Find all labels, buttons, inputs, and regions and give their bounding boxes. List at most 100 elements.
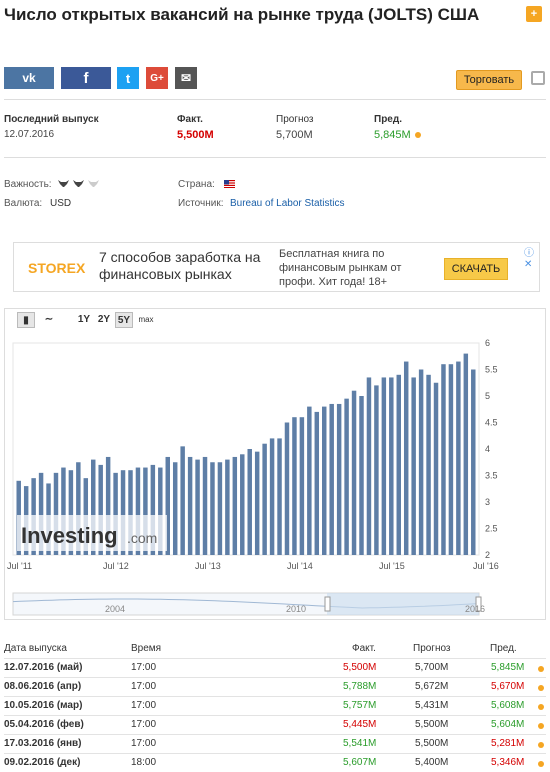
bar[interactable] <box>322 406 327 555</box>
bar[interactable] <box>381 377 387 555</box>
bar[interactable] <box>262 443 267 555</box>
bar[interactable] <box>277 438 282 555</box>
line-chart-icon[interactable]: ∼ <box>40 312 58 328</box>
bar[interactable] <box>433 382 439 555</box>
print-icon[interactable] <box>531 71 545 85</box>
table-row: 12.07.2016 (май) 17:00 5,500M 5,700M 5,845M <box>4 658 546 677</box>
vk-share-button[interactable]: vk <box>4 67 54 89</box>
bar[interactable] <box>471 369 476 556</box>
email-share-button[interactable]: ✉ <box>175 67 197 89</box>
bar[interactable] <box>396 374 401 555</box>
bar[interactable] <box>307 406 312 555</box>
bar[interactable] <box>329 403 334 555</box>
bar[interactable] <box>217 462 223 555</box>
time-cell: 17:00 <box>131 700 157 711</box>
table-row: 05.04.2016 (фев) 17:00 5,445M 5,500M 5,604M <box>4 715 546 734</box>
facebook-share-button[interactable]: f <box>61 67 111 89</box>
navigator-label: 2010 <box>286 604 306 614</box>
navigator-handle-left[interactable] <box>324 596 331 612</box>
revision-dot-icon <box>538 742 544 748</box>
range-1y-button[interactable]: 1Y <box>75 312 93 328</box>
ad-close-icon[interactable]: ⓘ ✕ <box>524 244 539 270</box>
range-5y-button[interactable]: 5Y <box>115 312 133 328</box>
y-tick-label: 4 <box>485 444 490 454</box>
release-date-cell: 09.02.2016 (дек) <box>4 757 81 768</box>
bar[interactable] <box>336 403 342 555</box>
bar[interactable] <box>441 364 446 555</box>
bar[interactable] <box>202 456 208 555</box>
googleplus-share-button[interactable]: G+ <box>146 67 168 89</box>
ad-logo: STOREX <box>28 260 85 276</box>
bar-chart: 2 2.5 3 3.5 4 4.5 5 5.5 6 Investing .com Jul '11 Jul… <box>7 338 499 616</box>
bar[interactable] <box>292 417 297 555</box>
bar[interactable] <box>187 456 193 555</box>
bull-icon <box>73 180 84 187</box>
bar-chart-icon[interactable]: ▮ <box>17 312 35 328</box>
bar[interactable] <box>195 459 200 555</box>
bar[interactable] <box>359 396 364 555</box>
chart-container: ▮ ∼ 1Y 2Y 5Y max 2 2.5 3 3.5 4 4.5 5 5.5 6 Invest… <box>4 308 546 620</box>
col-prev-header: Пред. <box>490 643 517 654</box>
forecast-cell: 5,431M <box>415 700 449 711</box>
bar[interactable] <box>232 456 238 555</box>
bar[interactable] <box>269 438 275 555</box>
previous-value-wrap: 5,845M <box>374 129 421 141</box>
ad-download-button[interactable]: СКАЧАТЬ <box>444 258 508 280</box>
range-2y-button[interactable]: 2Y <box>95 312 113 328</box>
table-row: 09.02.2016 (дек) 18:00 5,607M 5,400M 5,346M <box>4 753 546 772</box>
bar[interactable] <box>456 361 461 555</box>
release-date-cell: 12.07.2016 (май) <box>4 662 83 673</box>
bar[interactable] <box>351 390 357 555</box>
alert-icon[interactable]: + <box>526 6 542 22</box>
forecast-cell: 5,400M <box>415 757 449 768</box>
bar[interactable] <box>225 459 230 555</box>
forecast-cell: 5,700M <box>415 662 449 673</box>
prev-cell: 5,281M <box>491 738 525 749</box>
bar[interactable] <box>389 377 394 555</box>
bar[interactable] <box>210 462 215 555</box>
bar[interactable] <box>448 364 454 555</box>
ad-headline: 7 способов заработка на финансовых рынка… <box>99 249 261 282</box>
actual-cell: 5,445M <box>343 719 377 730</box>
bar[interactable] <box>172 462 178 555</box>
range-max-button[interactable]: max <box>136 312 156 328</box>
country-label: Страна: <box>178 179 215 190</box>
bar[interactable] <box>411 377 416 555</box>
investing-watermark: Investing <box>21 523 118 548</box>
y-tick-label: 3 <box>485 497 490 507</box>
ad-logo-text: STOREX <box>28 260 86 276</box>
y-tick-label: 5.5 <box>485 365 498 375</box>
prev-cell: 5,608M <box>491 700 525 711</box>
bar[interactable] <box>344 398 349 555</box>
twitter-share-button[interactable]: t <box>117 67 139 89</box>
bar[interactable] <box>314 411 320 555</box>
bar[interactable] <box>254 451 260 555</box>
table-row: 10.05.2016 (мар) 17:00 5,757M 5,431M 5,608M <box>4 696 546 715</box>
divider <box>4 99 546 100</box>
source-label: Источник: <box>178 198 224 209</box>
actual-cell: 5,500M <box>343 662 377 673</box>
x-tick-label: Jul '14 <box>287 561 313 571</box>
y-tick-label: 2.5 <box>485 524 498 534</box>
navigator-selection[interactable] <box>327 593 479 615</box>
source-link[interactable]: Bureau of Labor Statistics <box>230 198 345 209</box>
bar[interactable] <box>403 361 409 555</box>
release-date-cell: 05.04.2016 (фев) <box>4 719 84 730</box>
prev-cell: 5,604M <box>491 719 525 730</box>
bar[interactable] <box>284 422 290 556</box>
bar[interactable] <box>247 449 252 555</box>
bar[interactable] <box>366 377 372 555</box>
bar[interactable] <box>180 446 185 555</box>
navigator-label: 2004 <box>105 604 125 614</box>
bar[interactable] <box>374 385 379 555</box>
bar[interactable] <box>299 417 305 555</box>
forecast-value: 5,700M <box>276 129 313 141</box>
bar[interactable] <box>418 369 424 556</box>
ad-banner[interactable]: STOREX 7 способов заработка на финансовы… <box>13 242 540 292</box>
bar[interactable] <box>463 353 469 555</box>
trade-button[interactable]: Торговать <box>456 70 522 90</box>
bar[interactable] <box>426 374 431 555</box>
bar[interactable] <box>240 454 245 555</box>
y-tick-label: 6 <box>485 338 490 348</box>
divider <box>4 157 546 158</box>
